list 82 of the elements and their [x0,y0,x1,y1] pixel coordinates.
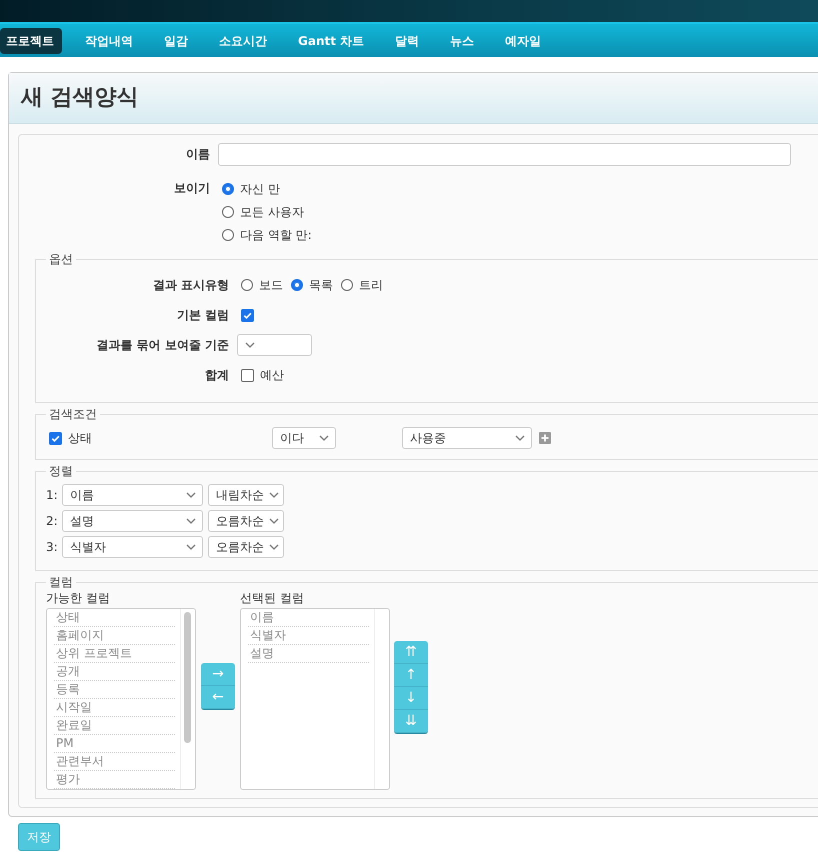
order-button[interactable]: ↑ [394,664,428,687]
option-label: 보드 [259,277,283,293]
nav-tab[interactable]: 달력 [387,28,428,54]
sort-index: 2: [46,513,59,529]
section-legend: 검색조건 [46,407,100,421]
nav-tab[interactable]: 일감 [156,28,196,54]
radio-button[interactable] [341,279,353,291]
list-item[interactable]: 관련부서 [54,753,175,771]
checkbox[interactable] [49,432,62,444]
chevron-icon [515,435,525,441]
nav-tab[interactable]: 소요시간 [211,28,275,54]
list-item[interactable]: 평가 [54,771,175,789]
move-button[interactable]: ← [201,686,235,709]
save-button[interactable]: 저장 [18,823,60,851]
chevron-icon [269,518,279,524]
list-item[interactable]: 이름 [248,609,369,627]
option-label: 트리 [359,277,383,293]
order-button[interactable]: ↓ [394,687,428,710]
sort-index: 1: [46,487,59,503]
field-label: 합계 [204,367,230,384]
nav-tab[interactable]: 작업내역 [77,28,141,54]
nav-tab[interactable]: 예자일 [497,28,550,54]
sort-field-select[interactable]: 식별자 [62,536,203,558]
chevron-icon [186,492,196,498]
radio-button[interactable] [291,279,303,291]
option-label: 다음 역할 만: [240,226,312,242]
section-legend: 옵션 [46,252,76,266]
filter-label: 상태 [68,430,92,446]
section-legend: 컬럼 [46,575,76,589]
order-button[interactable]: ⇈ [394,641,428,664]
field-label: 이름 [185,146,211,163]
field-label: 결과를 묶어 보여줄 기준 [95,337,230,354]
field-label: 보이기 [173,180,211,197]
value-select[interactable]: 사용중 [402,427,532,449]
list-label: 가능한 컬럼 [46,591,111,605]
option-label: 자신 만 [240,180,280,196]
chevron-icon [269,544,279,550]
list-item[interactable]: 등록 [54,681,175,699]
option-label: 목록 [309,277,333,293]
list-item[interactable]: 시작일 [54,699,175,717]
checkbox[interactable] [241,368,254,382]
column-list[interactable]: 상태 홈페이지 상위 프로젝트 공개 등록 시작일 완료일 PM 관련부서 평가 [46,608,196,790]
order-button[interactable]: ⇊ [394,710,428,733]
chevron-icon [245,342,255,348]
checkbox[interactable] [241,308,254,322]
name-input[interactable] [218,143,791,166]
chevron-icon [269,492,279,498]
chevron-icon [186,518,196,524]
list-item[interactable]: 완료일 [54,717,175,735]
chevron-icon [319,435,329,441]
list-item[interactable]: 공개 [54,663,175,681]
list-item[interactable]: PM [54,735,175,753]
list-item[interactable]: 홈페이지 [54,627,175,645]
field-label: 기본 컬럼 [176,307,230,324]
field-label: 결과 표시유형 [152,277,230,294]
sort-order-select[interactable]: 오름차순 [208,536,284,558]
radio-button[interactable] [222,206,234,218]
move-button[interactable]: → [201,663,235,686]
nav-tab[interactable]: 뉴스 [442,28,482,54]
sort-order-select[interactable]: 내림차순 [208,484,284,506]
section-legend: 정렬 [46,464,76,478]
list-item[interactable]: 식별자 [248,627,369,645]
scrollbar-thumb[interactable] [184,612,191,743]
list-item[interactable]: 상태 [54,609,175,627]
option-label: 예산 [260,367,284,383]
sort-index: 3: [46,539,59,555]
operator-select[interactable]: 이다 [272,427,336,449]
nav-tab[interactable]: 프로젝트 [0,28,62,54]
nav-tab[interactable]: Gantt 차트 [290,28,372,54]
radio-button[interactable] [241,279,253,291]
option-label: 모든 사용자 [240,204,304,220]
add-icon[interactable] [539,432,551,444]
list-label: 선택된 컬럼 [240,591,305,605]
list-item[interactable]: 설명 [248,645,369,663]
radio-button[interactable] [222,182,234,194]
chevron-icon [186,544,196,550]
sort-field-select[interactable]: 이름 [62,484,203,506]
sort-field-select[interactable]: 설명 [62,510,203,532]
sort-order-select[interactable]: 오름차순 [208,510,284,532]
list-item[interactable]: 상위 프로젝트 [54,645,175,663]
radio-button[interactable] [222,228,234,240]
column-list[interactable]: 이름 식별자 설명 [240,608,390,790]
